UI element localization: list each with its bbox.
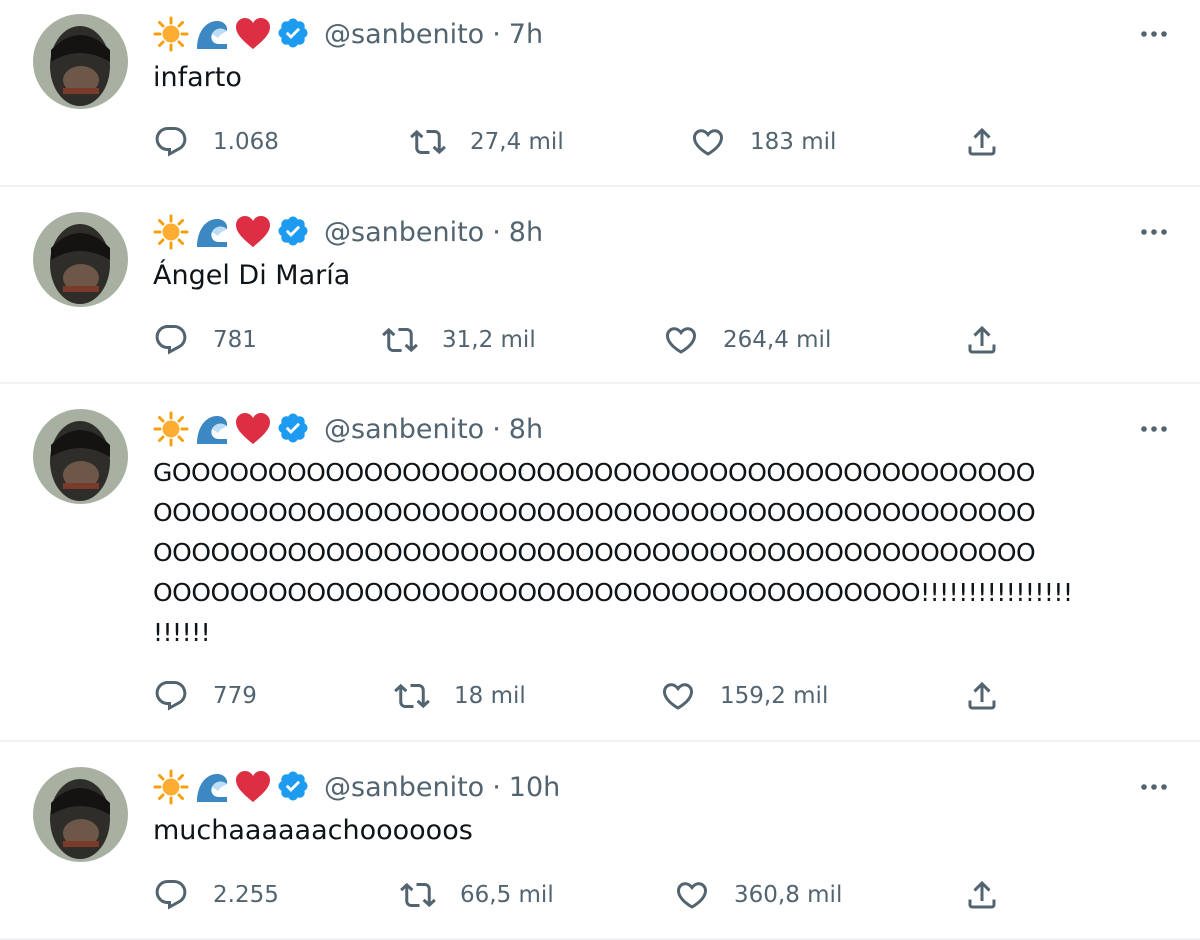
tweet-timestamp[interactable]: 8h <box>509 414 543 445</box>
like-button[interactable]: 159,2 mil <box>660 676 828 716</box>
like-button[interactable]: 264,4 mil <box>663 320 831 360</box>
retweet-icon <box>410 124 446 160</box>
wave-emoji <box>194 214 230 250</box>
tweet[interactable]: @sanbenito · 7h infarto 1.068 27,4 mil 1… <box>0 0 1200 187</box>
wave-emoji <box>194 16 230 52</box>
share-button[interactable] <box>964 122 1000 162</box>
more-horizontal-icon[interactable] <box>1136 16 1172 52</box>
tweet[interactable]: @sanbenito · 8h GOOOOOOOOOOOOOOOOOOOOOOO… <box>0 384 1200 742</box>
reply-bubble-icon <box>153 678 189 714</box>
sun-emoji <box>153 214 189 250</box>
tweet-header: @sanbenito · 8h <box>153 409 543 449</box>
like-button[interactable]: 183 mil <box>690 122 836 162</box>
separator-dot: · <box>492 771 501 803</box>
reply-bubble-icon <box>153 877 189 913</box>
share-button[interactable] <box>964 676 1000 716</box>
reply-button[interactable]: 779 <box>153 676 257 716</box>
avatar[interactable] <box>33 767 128 862</box>
sun-emoji <box>153 769 189 805</box>
retweet-button[interactable]: 18 mil <box>394 676 526 716</box>
user-handle[interactable]: @sanbenito <box>324 772 484 803</box>
avatar[interactable] <box>33 409 128 504</box>
red-heart-emoji <box>235 214 271 250</box>
tweet-header: @sanbenito · 10h <box>153 767 560 807</box>
user-handle[interactable]: @sanbenito <box>324 414 484 445</box>
reply-button[interactable]: 781 <box>153 320 257 360</box>
retweet-button[interactable]: 66,5 mil <box>400 875 554 915</box>
separator-dot: · <box>492 413 501 445</box>
sun-emoji <box>153 16 189 52</box>
share-upload-icon <box>964 124 1000 160</box>
retweet-button[interactable]: 27,4 mil <box>410 122 564 162</box>
retweet-count: 31,2 mil <box>442 327 536 353</box>
retweet-icon <box>382 322 418 358</box>
share-button[interactable] <box>964 875 1000 915</box>
wave-emoji <box>194 769 230 805</box>
tweet-header: @sanbenito · 8h <box>153 212 543 252</box>
retweet-count: 18 mil <box>454 683 526 709</box>
avatar[interactable] <box>33 14 128 109</box>
share-upload-icon <box>964 678 1000 714</box>
tweet[interactable]: @sanbenito · 8h Ángel Di María 781 31,2 … <box>0 187 1200 384</box>
avatar[interactable] <box>33 212 128 307</box>
like-count: 264,4 mil <box>723 327 832 353</box>
tweet[interactable]: @sanbenito · 10h muchaaaaaachoooooos 2.2… <box>0 742 1200 940</box>
heart-outline-icon <box>660 678 696 714</box>
more-horizontal-icon[interactable] <box>1136 411 1172 447</box>
heart-outline-icon <box>690 124 726 160</box>
verified-badge-icon <box>276 411 312 447</box>
tweet-timestamp[interactable]: 8h <box>509 217 543 248</box>
retweet-count: 27,4 mil <box>470 129 564 155</box>
red-heart-emoji <box>235 769 271 805</box>
like-count: 183 mil <box>750 129 837 155</box>
verified-badge-icon <box>276 214 312 250</box>
retweet-button[interactable]: 31,2 mil <box>382 320 536 360</box>
verified-badge-icon <box>276 16 312 52</box>
red-heart-emoji <box>235 411 271 447</box>
tweet-text: Ángel Di María <box>153 260 351 291</box>
reply-count: 1.068 <box>213 129 279 155</box>
share-button[interactable] <box>964 320 1000 360</box>
tweet-timestamp[interactable]: 10h <box>509 772 560 803</box>
reply-button[interactable]: 1.068 <box>153 122 279 162</box>
sun-emoji <box>153 411 189 447</box>
separator-dot: · <box>492 18 501 50</box>
retweet-icon <box>394 678 430 714</box>
share-upload-icon <box>964 877 1000 913</box>
retweet-count: 66,5 mil <box>460 882 554 908</box>
user-handle[interactable]: @sanbenito <box>324 19 484 50</box>
reply-count: 781 <box>213 327 257 353</box>
verified-badge-icon <box>276 769 312 805</box>
reply-count: 779 <box>213 683 257 709</box>
reply-bubble-icon <box>153 124 189 160</box>
heart-outline-icon <box>663 322 699 358</box>
retweet-icon <box>400 877 436 913</box>
tweet-text: muchaaaaaachoooooos <box>153 815 473 846</box>
tweet-timeline: @sanbenito · 7h infarto 1.068 27,4 mil 1… <box>0 0 1200 940</box>
tweet-text: GOOOOOOOOOOOOOOOOOOOOOOOOOOOOOOOOOOOOOOO… <box>153 458 1073 647</box>
wave-emoji <box>194 411 230 447</box>
tweet-header: @sanbenito · 7h <box>153 14 543 54</box>
reply-count: 2.255 <box>213 882 279 908</box>
reply-bubble-icon <box>153 322 189 358</box>
separator-dot: · <box>492 216 501 248</box>
like-count: 159,2 mil <box>720 683 829 709</box>
heart-outline-icon <box>674 877 710 913</box>
share-upload-icon <box>964 322 1000 358</box>
red-heart-emoji <box>235 16 271 52</box>
reply-button[interactable]: 2.255 <box>153 875 279 915</box>
tweet-text: infarto <box>153 62 242 93</box>
like-count: 360,8 mil <box>734 882 843 908</box>
like-button[interactable]: 360,8 mil <box>674 875 842 915</box>
tweet-timestamp[interactable]: 7h <box>509 19 543 50</box>
user-handle[interactable]: @sanbenito <box>324 217 484 248</box>
more-horizontal-icon[interactable] <box>1136 214 1172 250</box>
more-horizontal-icon[interactable] <box>1136 769 1172 805</box>
